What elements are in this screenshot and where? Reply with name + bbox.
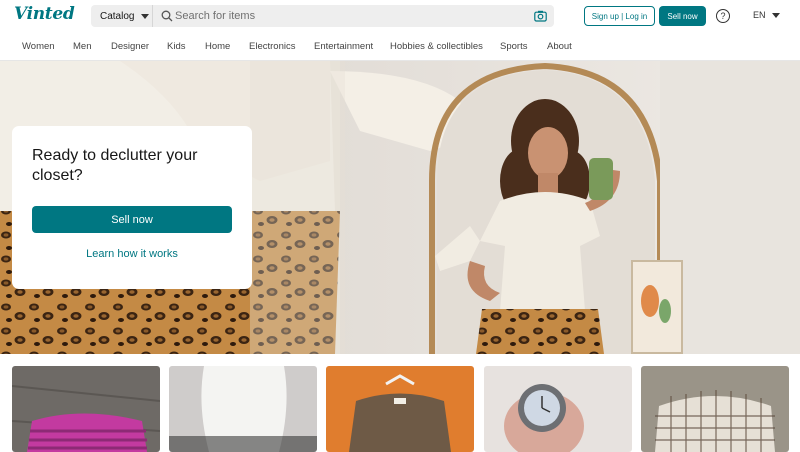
language-label: EN <box>753 10 766 20</box>
search-input[interactable] <box>175 5 525 27</box>
chevron-down-icon <box>771 12 780 18</box>
product-image-pink-striped-top[interactable] <box>12 366 160 452</box>
top-header: Vinted Catalog Sign up | Log in Sell now… <box>0 0 800 32</box>
hero-title: Ready to declutter your closet? <box>32 147 198 184</box>
search-bar: Catalog <box>91 5 554 27</box>
learn-how-it-works-link[interactable]: Learn how it works <box>32 248 232 260</box>
sell-now-button[interactable]: Sell now <box>659 6 706 26</box>
product-image-silver-watch[interactable] <box>484 366 632 452</box>
chevron-down-icon <box>141 13 150 19</box>
category-hobbies-collectibles[interactable]: Hobbies & collectibles <box>390 41 483 52</box>
question-circle-icon[interactable]: ? <box>716 9 730 23</box>
category-men[interactable]: Men <box>73 41 91 52</box>
product-image-plaid-shirt[interactable] <box>641 366 789 452</box>
catalog-dropdown[interactable]: Catalog <box>91 5 153 27</box>
vinted-logo[interactable]: Vinted <box>14 4 75 24</box>
category-about[interactable]: About <box>547 41 572 52</box>
category-home[interactable]: Home <box>205 41 230 52</box>
language-selector[interactable]: EN <box>753 10 780 20</box>
camera-icon[interactable] <box>534 10 547 22</box>
category-women[interactable]: Women <box>22 41 55 52</box>
hero-banner: Ready to declutter your closet? Sell now… <box>0 61 800 354</box>
product-image-white-top[interactable] <box>169 366 317 452</box>
category-sports[interactable]: Sports <box>500 41 527 52</box>
product-row <box>0 354 800 452</box>
product-image-brown-knit-sweater[interactable] <box>326 366 474 452</box>
catalog-label: Catalog <box>100 10 135 22</box>
hero-sell-now-button[interactable]: Sell now <box>32 206 232 233</box>
signup-login-button[interactable]: Sign up | Log in <box>584 6 655 26</box>
category-electronics[interactable]: Electronics <box>249 41 295 52</box>
search-icon <box>161 10 173 22</box>
category-entertainment[interactable]: Entertainment <box>314 41 373 52</box>
category-designer[interactable]: Designer <box>111 41 149 52</box>
category-kids[interactable]: Kids <box>167 41 185 52</box>
hero-card: Ready to declutter your closet? Sell now… <box>12 126 252 289</box>
category-nav: Women Men Designer Kids Home Electronics… <box>0 32 800 61</box>
